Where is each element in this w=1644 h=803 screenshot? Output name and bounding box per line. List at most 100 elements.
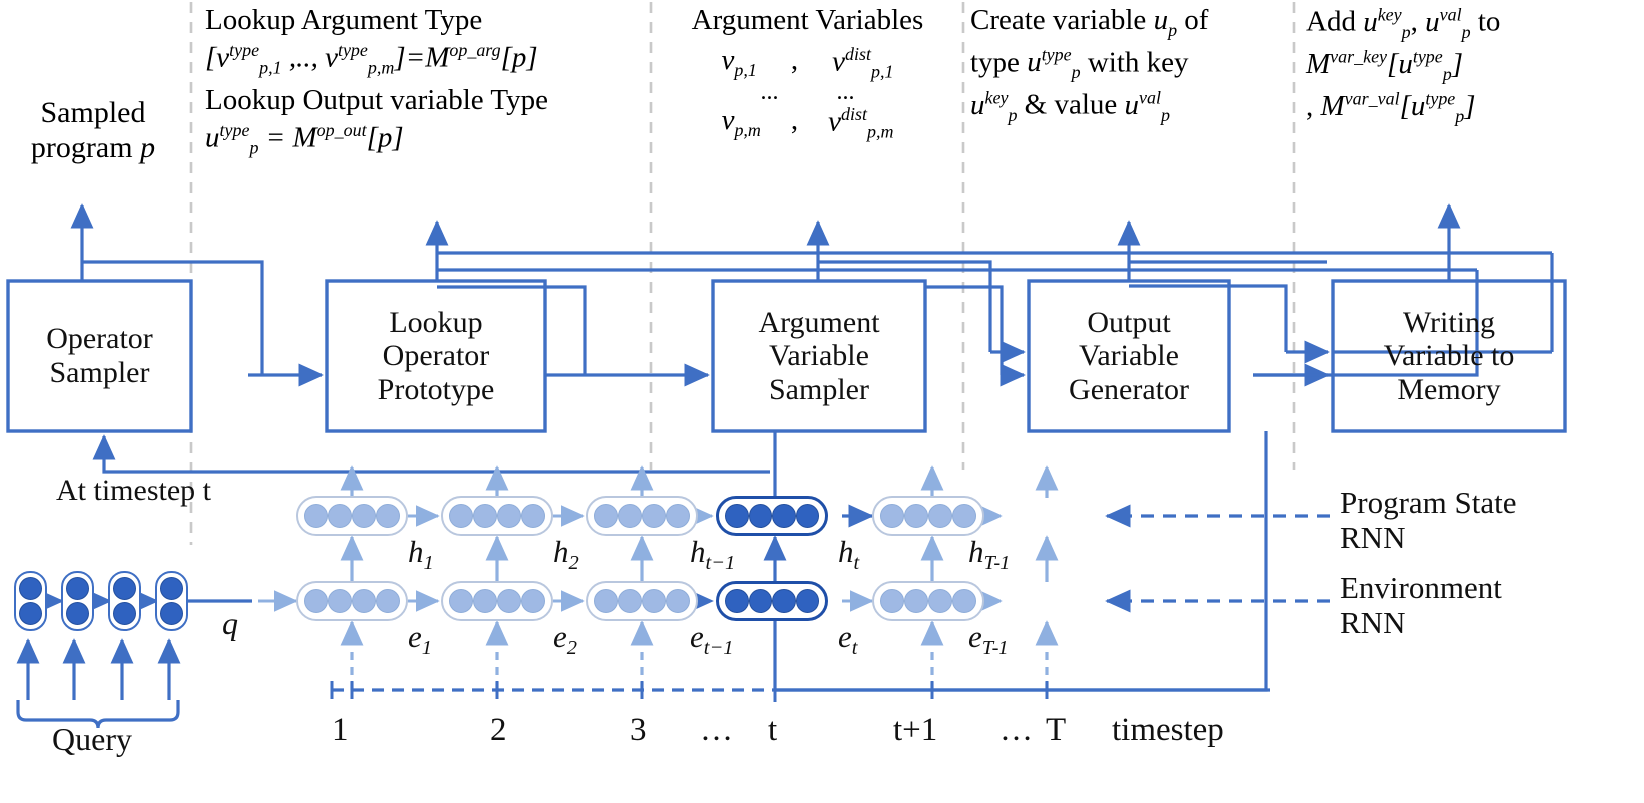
hidden-state-label-1: h2 [553, 534, 579, 575]
rnn-unit [795, 589, 819, 613]
env-state-label-4: eT-1 [968, 619, 1009, 660]
column-sampled-program: Sampled program p [8, 96, 178, 166]
rnn-unit [618, 589, 642, 613]
rnn-unit [304, 504, 328, 528]
add-to-memory-line3: , Mvar_val[utypep] [1306, 88, 1476, 127]
rnn-cell-program-state-4 [872, 496, 984, 536]
lookup-argument-type-formula: [vtypep,1 ,.., vtypep,m]=Mop_arg[p] [205, 39, 538, 78]
query-cell-0 [14, 571, 47, 631]
hidden-state-label-4: hT-1 [968, 534, 1011, 575]
rnn-cell-environment-2 [586, 581, 698, 621]
label-operator-sampler[interactable]: Operator Sampler [8, 281, 191, 431]
rnn-unit [666, 504, 690, 528]
rnn-unit [928, 504, 952, 528]
timestep-tick-6: … [1000, 712, 1033, 748]
query-unit [113, 602, 136, 625]
hidden-state-label-2: ht−1 [690, 534, 736, 575]
diagram-canvas: Sampled program p Lookup Argument Type [… [0, 0, 1644, 803]
rnn-unit [772, 589, 796, 613]
rnn-unit [725, 589, 749, 613]
rnn-unit [449, 504, 473, 528]
label-lookup-operator-prototype[interactable]: Lookup Operator Prototype [327, 281, 545, 431]
env-state-label-0: e1 [408, 619, 432, 660]
legend-dashed-leaders [1105, 504, 1330, 613]
timestep-tick-0: 1 [332, 712, 349, 748]
rnn-cell-program-state-1 [441, 496, 553, 536]
label-argument-variable-sampler[interactable]: Argument Variable Sampler [713, 281, 925, 431]
sampled-program-line1: Sampled [40, 96, 146, 129]
rnn-unit [352, 504, 376, 528]
timestep-tick-1: 2 [490, 712, 507, 748]
rnn-unit [304, 589, 328, 613]
rnn-unit [352, 589, 376, 613]
left-feedback-to-operator-sampler [92, 434, 770, 474]
q-symbol-label: q [222, 605, 238, 641]
rnn-unit [642, 504, 666, 528]
rnn-unit [725, 504, 749, 528]
rnn-cell-program-state-0 [296, 496, 408, 536]
at-timestep-label: At timestep t [56, 474, 211, 507]
timestep-axis [330, 678, 1270, 702]
query-unit [66, 602, 89, 625]
rnn-cell-environment-3 [716, 581, 828, 621]
rnn-unit [328, 589, 352, 613]
query-unit [160, 577, 183, 600]
add-to-memory-line1: Add ukeyp, uvalp to [1306, 4, 1501, 42]
column-lookup-argument-type: Lookup Argument Type [vtypep,1 ,.., vtyp… [205, 4, 645, 158]
rnn-unit [473, 589, 497, 613]
query-cell-3 [155, 571, 188, 631]
query-unit [160, 602, 183, 625]
env-state-label-2: et−1 [690, 619, 734, 660]
query-unit [66, 577, 89, 600]
column-add-to-memory: Add ukeyp, uvalp to Mvar_key[utypep] , M… [1306, 4, 1642, 127]
rnn-unit [376, 504, 400, 528]
lookup-output-type-title: Lookup Output variable Type [205, 83, 548, 116]
query-cell-1 [61, 571, 94, 631]
rnn-cell-environment-4 [872, 581, 984, 621]
query-cell-2 [108, 571, 141, 631]
rnn-unit [666, 589, 690, 613]
rnn-unit [748, 504, 772, 528]
program-state-rnn-legend: Program State RNN [1340, 485, 1517, 556]
create-variable-line3: ukeyp & value uvalp [970, 86, 1170, 125]
add-to-memory-line2: Mvar_key[utypep] [1306, 46, 1464, 84]
rnn-unit [880, 504, 904, 528]
env-state-label-1: e2 [553, 619, 577, 660]
timestep-tick-5: t+1 [893, 712, 938, 748]
rnn-unit [376, 589, 400, 613]
rnn-unit [904, 504, 928, 528]
rnn-unit [795, 504, 819, 528]
arrows-into-output-generator [990, 340, 1026, 387]
rnn-cell-environment-0 [296, 581, 408, 621]
query-label: Query [52, 721, 132, 757]
rnn-unit [473, 504, 497, 528]
label-writing-variable-to-memory[interactable]: Writing Variable to Memory [1333, 281, 1565, 431]
rnn-unit [748, 589, 772, 613]
rnn-unit [521, 589, 545, 613]
timestep-tick-3: … [700, 712, 733, 748]
rnn-unit [642, 589, 666, 613]
label-output-variable-generator[interactable]: Output Variable Generator [1029, 281, 1229, 431]
rnn-unit [928, 589, 952, 613]
timestep-tick-7: T [1046, 712, 1067, 748]
rnn-unit [594, 589, 618, 613]
rnn-cell-program-state-3 [716, 496, 828, 536]
rnn-unit [497, 589, 521, 613]
query-unit [19, 602, 42, 625]
rnn-unit [618, 504, 642, 528]
environment-rnn-legend: Environment RNN [1340, 570, 1502, 641]
timestep-tick-2: 3 [630, 712, 647, 748]
rnn-unit [772, 504, 796, 528]
rnn-unit [880, 589, 904, 613]
program-rnn-up-arrows [340, 465, 1059, 498]
rnn-unit [521, 504, 545, 528]
rnn-unit [328, 504, 352, 528]
lookup-output-type-formula: utypep = Mop_out[p] [205, 119, 404, 158]
create-variable-line1: Create variable up of [970, 4, 1209, 40]
column-create-variable: Create variable up of type utypep with k… [970, 4, 1290, 125]
query-unit [113, 577, 136, 600]
column-argument-variables: Argument Variables vp,1, vdistp,1 ...... … [655, 4, 960, 142]
create-variable-line2: type utypep with key [970, 44, 1189, 83]
rnn-unit [952, 589, 976, 613]
argument-variables-title: Argument Variables [691, 4, 924, 36]
